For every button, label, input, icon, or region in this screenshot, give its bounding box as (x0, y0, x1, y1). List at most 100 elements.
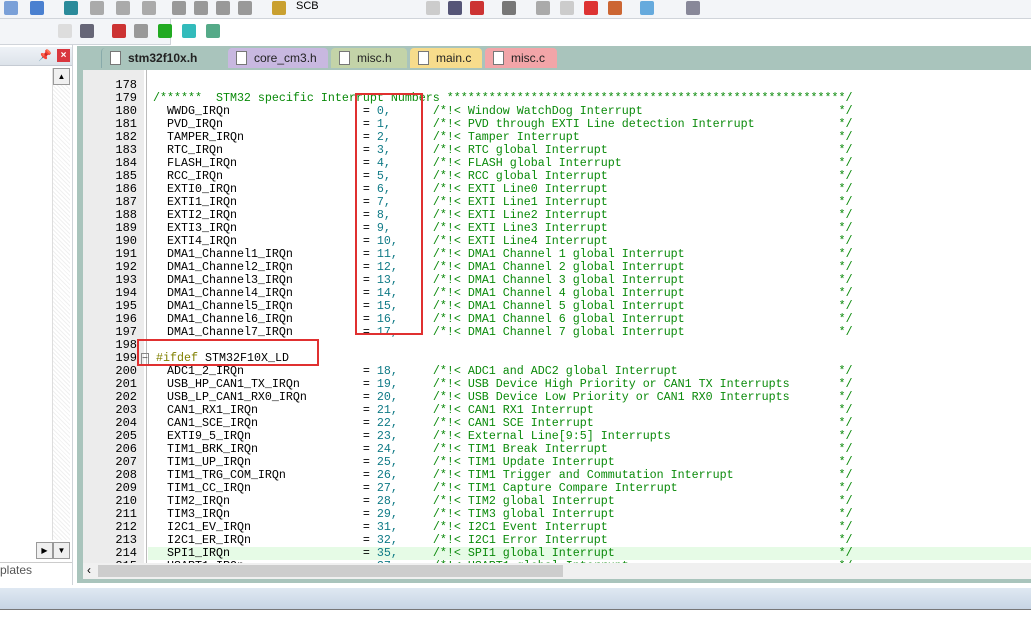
comment: /*!< TIM1 Trigger and Commutation Interr… (432, 468, 853, 482)
debug-icon[interactable] (470, 1, 484, 15)
panel-vertical-scrollbar[interactable]: ▲ (52, 68, 70, 540)
file-icon (236, 51, 247, 65)
pin-icon[interactable]: 📌 (38, 49, 52, 62)
enum-value: 19, (376, 377, 398, 391)
annotation-box-values (355, 93, 423, 335)
comment: /*!< DMA1 Channel 6 global Interrupt */ (432, 312, 853, 326)
enum-value: 26, (376, 468, 398, 482)
enum-value: 29, (376, 507, 398, 521)
enum-name: RCC_IRQn (167, 169, 223, 183)
enum-name: CAN1_RX1_IRQn (167, 403, 258, 417)
bookmark-clear-icon[interactable] (142, 1, 156, 15)
filter-icon[interactable] (182, 24, 196, 38)
annotation-box-ifdef (137, 339, 319, 366)
forward-arrow-icon[interactable] (30, 1, 44, 15)
enum-value: 25, (376, 455, 398, 469)
find-combo-value[interactable]: SCB (296, 0, 319, 12)
comment: /*!< DMA1 Channel 4 global Interrupt */ (432, 286, 853, 300)
tab-stm32f10x-h[interactable]: stm32f10x.h (101, 48, 225, 68)
comment: /****** STM32 specific Interrupt Numbers… (153, 91, 853, 105)
bookmark-next-icon[interactable] (116, 1, 130, 15)
batch-icon[interactable] (134, 24, 148, 38)
enum-name: EXTI0_IRQn (167, 182, 237, 196)
tab-label: misc.c (511, 51, 545, 65)
tab-misc-h[interactable]: misc.h (331, 48, 407, 68)
enum-name: DMA1_Channel1_IRQn (167, 247, 293, 261)
comment-icon[interactable] (216, 1, 230, 15)
window-icon[interactable] (640, 1, 654, 15)
manage-components-icon[interactable] (158, 24, 172, 38)
comment: /*!< TIM3 global Interrupt */ (432, 507, 853, 521)
comment: /*!< PVD through EXTI Line detection Int… (432, 117, 853, 131)
comment: /*!< EXTI Line4 Interrupt */ (432, 234, 853, 248)
enum-name: TIM1_CC_IRQn (167, 481, 251, 495)
file-icon (493, 51, 504, 65)
unindent-icon[interactable] (194, 1, 208, 15)
breakpoint-clear-icon[interactable] (608, 1, 622, 15)
comment: /*!< External Line[9:5] Interrupts */ (432, 429, 853, 443)
line-number-gutter: 178 179 180 181 182 183 184 185 186 187 188 189 190 1… (83, 70, 144, 563)
scrollbar-thumb[interactable] (98, 565, 563, 577)
enum-name: I2C1_ER_IRQn (167, 533, 251, 547)
pack-installer-icon[interactable] (206, 24, 220, 38)
bookmark-icon[interactable] (64, 1, 78, 15)
templates-tab[interactable]: plates (0, 562, 72, 583)
back-arrow-icon[interactable] (4, 1, 18, 15)
comment: /*!< DMA1 Channel 1 global Interrupt */ (432, 247, 853, 261)
comment: /*!< TIM1 Break Interrupt */ (432, 442, 853, 456)
find-icon[interactable] (448, 1, 462, 15)
scroll-left-icon[interactable]: ‹ (87, 563, 91, 577)
breakpoint-kill-icon[interactable] (584, 1, 598, 15)
file-icon (418, 51, 429, 65)
enum-name: EXTI3_IRQn (167, 221, 237, 235)
enum-name: SPI1_IRQn (167, 546, 230, 560)
build-toolbar (0, 19, 220, 45)
enum-name: TIM1_TRG_COM_IRQn (167, 468, 286, 482)
comment: /*!< FLASH global Interrupt */ (432, 156, 853, 170)
code-editor[interactable]: 178 179 180 181 182 183 184 185 186 187 188 189 190 1… (83, 70, 1031, 563)
enum-name: TIM1_UP_IRQn (167, 455, 251, 469)
enum-value: 24, (376, 442, 398, 456)
comment: /*!< ADC1 and ADC2 global Interrupt */ (432, 364, 853, 378)
enum-name: DMA1_Channel3_IRQn (167, 273, 293, 287)
comment: /*!< EXTI Line2 Interrupt */ (432, 208, 853, 222)
file-icon (110, 51, 121, 65)
scroll-right-icon[interactable]: ▶ (36, 542, 53, 559)
breakpoint-disable-icon[interactable] (560, 1, 574, 15)
tab-main-c[interactable]: main.c (410, 48, 482, 68)
indent-icon[interactable] (172, 1, 186, 15)
tools-icon[interactable] (686, 1, 700, 15)
enum-name: USB_HP_CAN1_TX_IRQn (167, 377, 300, 391)
tab-label: core_cm3.h (254, 51, 317, 65)
enum-value: 23, (376, 429, 398, 443)
scroll-down-icon[interactable]: ▼ (53, 542, 70, 559)
find-in-files-icon[interactable] (272, 1, 286, 15)
tab-label: main.c (436, 51, 472, 65)
close-icon[interactable]: × (57, 49, 70, 62)
zoom-icon[interactable] (502, 1, 516, 15)
build-target-icon[interactable] (112, 24, 126, 38)
bookmark-prev-icon[interactable] (90, 1, 104, 15)
enum-name: DMA1_Channel4_IRQn (167, 286, 293, 300)
uncomment-icon[interactable] (238, 1, 252, 15)
dropdown-icon[interactable] (426, 1, 440, 15)
enum-name: DMA1_Channel2_IRQn (167, 260, 293, 274)
dropdown-icon[interactable] (58, 24, 72, 38)
file-icon (339, 51, 350, 65)
tab-misc-c[interactable]: misc.c (485, 48, 557, 68)
tab-core_cm3-h[interactable]: core_cm3.h (228, 48, 328, 68)
enum-value: 20, (376, 390, 398, 404)
enum-name: ADC1_2_IRQn (167, 364, 244, 378)
comment: /*!< TIM1 Update Interrupt */ (432, 455, 853, 469)
scroll-up-icon[interactable]: ▲ (53, 68, 70, 85)
wizard-icon[interactable] (80, 24, 94, 38)
comment: /*!< TIM2 global Interrupt */ (432, 494, 853, 508)
comment: /*!< DMA1 Channel 3 global Interrupt */ (432, 273, 853, 287)
enum-name: RTC_IRQn (167, 143, 223, 157)
code-line: DMA1_Channel7_IRQn = 17, /*!< DMA1 Chann… (153, 326, 853, 339)
breakpoint-icon[interactable] (536, 1, 550, 15)
enum-name: EXTI9_5_IRQn (167, 429, 251, 443)
comment: /*!< RCC global Interrupt */ (432, 169, 853, 183)
comment: /*!< CAN1 RX1 Interrupt */ (432, 403, 853, 417)
comment: /*!< DMA1 Channel 5 global Interrupt */ (432, 299, 853, 313)
